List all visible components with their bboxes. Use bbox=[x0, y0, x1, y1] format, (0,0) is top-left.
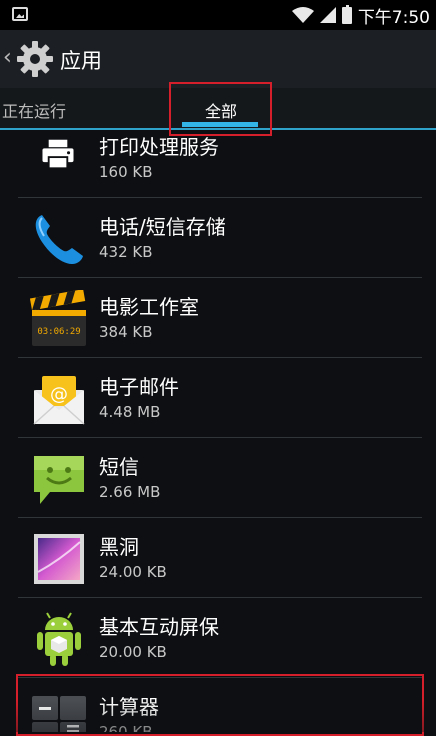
printer-icon bbox=[42, 139, 74, 170]
app-size: 432 KB bbox=[99, 243, 153, 261]
app-name: 黑洞 bbox=[99, 535, 139, 559]
page-title: 应用 bbox=[60, 49, 102, 73]
app-name: 电影工作室 bbox=[99, 295, 199, 319]
settings-gear-icon[interactable] bbox=[16, 40, 54, 78]
app-name: 电话/短信存储 bbox=[99, 215, 226, 239]
back-chevron-icon[interactable]: ‹ bbox=[3, 45, 12, 70]
app-size: 4.48 MB bbox=[99, 403, 161, 421]
signal-icon bbox=[319, 7, 336, 23]
list-item[interactable]: @ 电子邮件 4.48 MB bbox=[0, 358, 436, 438]
list-item[interactable]: 电话/短信存储 432 KB bbox=[0, 198, 436, 278]
app-name: 打印处理服务 bbox=[99, 135, 219, 159]
email-icon: @ bbox=[33, 376, 85, 425]
app-size: 160 KB bbox=[99, 163, 153, 181]
app-name: 电子邮件 bbox=[99, 375, 179, 399]
clapperboard-icon: 03:06:29 bbox=[30, 290, 86, 346]
list-item[interactable]: 黑洞 24.00 KB bbox=[0, 518, 436, 598]
status-icons: 下午7:50 bbox=[291, 3, 430, 28]
list-item[interactable]: 基本互动屏保 20.00 KB bbox=[0, 598, 436, 678]
app-size: 2.66 MB bbox=[99, 483, 161, 501]
app-size: 20.00 KB bbox=[99, 643, 167, 661]
list-item[interactable]: 03:06:29 电影工作室 384 KB bbox=[0, 278, 436, 358]
tab-running[interactable]: 正在运行 bbox=[2, 98, 66, 122]
svg-text:@: @ bbox=[50, 384, 68, 405]
image-notification-icon bbox=[12, 7, 28, 21]
action-bar: ‹ 应用 bbox=[0, 30, 436, 88]
highlight-box-calculator bbox=[16, 674, 424, 736]
app-name: 基本互动屏保 bbox=[99, 615, 219, 639]
app-size: 24.00 KB bbox=[99, 563, 167, 581]
battery-icon bbox=[341, 4, 352, 24]
app-list: 打印处理服务 160 KB 电话/短信存储 432 KB 03:06:29 电影… bbox=[0, 130, 436, 732]
status-time: 下午7:50 bbox=[357, 7, 430, 28]
sms-icon bbox=[34, 456, 84, 504]
android-icon bbox=[37, 612, 81, 666]
app-size: 384 KB bbox=[99, 323, 153, 341]
black-hole-icon bbox=[34, 534, 84, 584]
phone-icon bbox=[35, 215, 83, 264]
wifi-icon bbox=[291, 7, 314, 23]
app-name: 短信 bbox=[99, 455, 139, 479]
highlight-box-tab bbox=[169, 82, 272, 136]
clapperboard-timecode: 03:06:29 bbox=[37, 327, 80, 337]
list-item[interactable]: 短信 2.66 MB bbox=[0, 438, 436, 518]
list-item[interactable]: 打印处理服务 160 KB bbox=[0, 130, 436, 198]
status-bar: 下午7:50 bbox=[0, 0, 436, 30]
